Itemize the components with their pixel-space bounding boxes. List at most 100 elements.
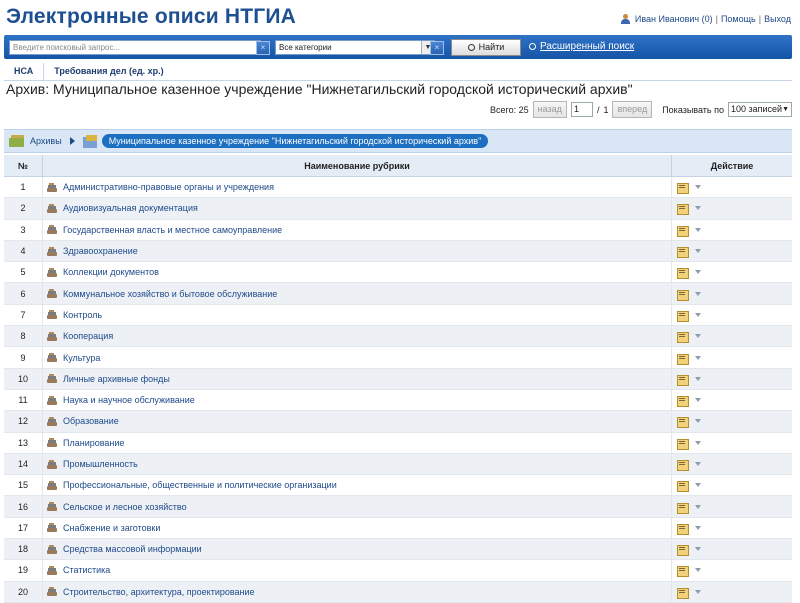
action-menu-caret-icon[interactable]	[695, 547, 701, 552]
rubric-link[interactable]: Профессиональные, общественные и политич…	[63, 480, 337, 490]
rubric-link[interactable]: Административно-правовые органы и учрежд…	[63, 182, 274, 192]
action-menu-caret-icon[interactable]	[695, 227, 701, 232]
open-inventory-icon[interactable]	[677, 502, 689, 514]
archive-icon	[82, 134, 98, 148]
category-select[interactable]: Все категории ▼	[275, 40, 435, 55]
row-name-cell: Строительство, архитектура, проектирован…	[42, 581, 672, 603]
open-inventory-icon[interactable]	[677, 331, 689, 344]
row-action-cell	[671, 325, 792, 348]
rubric-link[interactable]: Контроль	[63, 310, 102, 320]
rubric-link[interactable]: Промышленность	[63, 459, 138, 469]
open-inventory-icon[interactable]	[677, 353, 689, 365]
open-inventory-icon[interactable]	[677, 267, 689, 280]
user-icon	[620, 14, 630, 24]
action-menu-caret-icon[interactable]	[695, 206, 701, 211]
rubric-link[interactable]: Здравоохранение	[63, 246, 138, 256]
action-menu-caret-icon[interactable]	[695, 568, 701, 573]
row-number: 9	[4, 346, 43, 369]
action-menu-caret-icon[interactable]	[695, 462, 701, 466]
next-page-button[interactable]: вперед	[612, 101, 653, 118]
open-inventory-icon[interactable]	[677, 459, 689, 471]
clear-search-button[interactable]: ×	[256, 41, 270, 55]
row-name-cell: Кооперация	[42, 325, 672, 348]
search-input[interactable]: Введите поисковый запрос...	[9, 40, 261, 55]
open-inventory-icon[interactable]	[677, 182, 689, 195]
tab-nsa[interactable]: НСА	[4, 63, 43, 80]
action-menu-caret-icon[interactable]	[695, 312, 701, 317]
action-menu-caret-icon[interactable]	[695, 440, 701, 445]
rubric-link[interactable]: Кооперация	[63, 331, 113, 341]
action-menu-caret-icon[interactable]	[695, 355, 701, 360]
user-link[interactable]: Иван Иванович (0)	[635, 14, 713, 24]
rubric-icon	[47, 310, 57, 320]
open-inventory-icon[interactable]	[677, 565, 689, 578]
rubric-link[interactable]: Статистика	[63, 565, 110, 575]
rubric-link[interactable]: Снабжение и заготовки	[63, 523, 160, 533]
action-menu-caret-icon[interactable]	[695, 483, 701, 488]
total-count: Всего: 25	[490, 104, 529, 115]
pagination: Всего: 25 назад 1 / 1 вперед Показывать …	[490, 101, 792, 118]
open-inventory-icon[interactable]	[677, 416, 689, 429]
action-menu-caret-icon[interactable]	[695, 270, 701, 275]
action-menu-caret-icon[interactable]	[695, 504, 701, 509]
tab-requests[interactable]: Требования дел (ед. хр.)	[43, 63, 173, 80]
open-inventory-icon[interactable]	[677, 523, 689, 535]
site-logo[interactable]: Электронные описи НТГИА	[6, 5, 296, 29]
open-inventory-icon[interactable]	[677, 203, 689, 216]
per-page-select[interactable]: 100 записей ▼	[728, 102, 792, 117]
rubric-link[interactable]: Средства массовой информации	[63, 544, 202, 554]
rubric-link[interactable]: Личные архивные фонды	[63, 374, 170, 384]
page-number-input[interactable]: 1	[570, 102, 593, 117]
table-row: 8 Кооперация	[4, 325, 792, 348]
open-inventory-icon[interactable]	[677, 289, 689, 301]
rubric-link[interactable]: Коллекции документов	[63, 267, 159, 277]
open-inventory-icon[interactable]	[677, 587, 689, 599]
help-link[interactable]: Помощь	[721, 14, 756, 24]
action-menu-caret-icon[interactable]	[695, 398, 701, 403]
row-number: 6	[4, 282, 43, 305]
open-inventory-icon[interactable]	[677, 310, 689, 322]
prev-page-button[interactable]: назад	[532, 101, 567, 118]
action-menu-caret-icon[interactable]	[695, 589, 701, 594]
logout-link[interactable]: Выход	[764, 14, 791, 24]
row-action-cell	[671, 197, 792, 220]
advanced-search-link[interactable]: Расширенный поиск	[529, 41, 634, 52]
rubric-link[interactable]: Государственная власть и местное самоупр…	[63, 225, 282, 235]
open-inventory-icon[interactable]	[677, 374, 689, 386]
table-row: 10 Личные архивные фонды	[4, 368, 792, 390]
action-menu-caret-icon[interactable]	[695, 525, 701, 530]
open-inventory-icon[interactable]	[677, 544, 689, 557]
breadcrumb-current[interactable]: Муниципальное казенное учреждение "Нижне…	[101, 134, 489, 148]
row-name-cell: Снабжение и заготовки	[42, 517, 672, 540]
breadcrumb-archives[interactable]: Архивы	[30, 136, 62, 146]
rubric-link[interactable]: Коммунальное хозяйство и бытовое обслужи…	[63, 289, 277, 299]
table-row: 16 Сельское и лесное хозяйство	[4, 495, 792, 518]
table-row: 4 Здравоохранение	[4, 240, 792, 263]
table-row: 17 Снабжение и заготовки	[4, 517, 792, 540]
row-number: 10	[4, 368, 43, 390]
action-menu-caret-icon[interactable]	[695, 334, 701, 339]
action-menu-caret-icon[interactable]	[695, 291, 701, 296]
action-menu-caret-icon[interactable]	[695, 376, 701, 381]
rubric-link[interactable]: Аудиовизуальная документация	[63, 203, 198, 213]
open-inventory-icon[interactable]	[677, 225, 689, 237]
rubric-link[interactable]: Планирование	[63, 438, 124, 448]
rubric-icon	[47, 289, 57, 299]
clear-category-button[interactable]: ×	[430, 41, 444, 55]
open-inventory-icon[interactable]	[677, 246, 689, 259]
rubric-link[interactable]: Сельское и лесное хозяйство	[63, 502, 187, 512]
find-button[interactable]: Найти	[451, 39, 521, 56]
open-inventory-icon[interactable]	[677, 438, 689, 450]
archives-folder-icon	[9, 135, 26, 147]
open-inventory-icon[interactable]	[677, 395, 689, 408]
rubric-link[interactable]: Культура	[63, 353, 100, 363]
action-menu-caret-icon[interactable]	[695, 249, 701, 254]
action-menu-caret-icon[interactable]	[695, 185, 701, 190]
column-header-name[interactable]: Наименование рубрики	[42, 155, 672, 177]
rubric-link[interactable]: Строительство, архитектура, проектирован…	[63, 587, 255, 597]
row-number: 12	[4, 410, 43, 433]
rubric-link[interactable]: Образование	[63, 416, 119, 426]
rubric-link[interactable]: Наука и научное обслуживание	[63, 395, 195, 405]
open-inventory-icon[interactable]	[677, 480, 689, 493]
action-menu-caret-icon[interactable]	[695, 419, 701, 424]
